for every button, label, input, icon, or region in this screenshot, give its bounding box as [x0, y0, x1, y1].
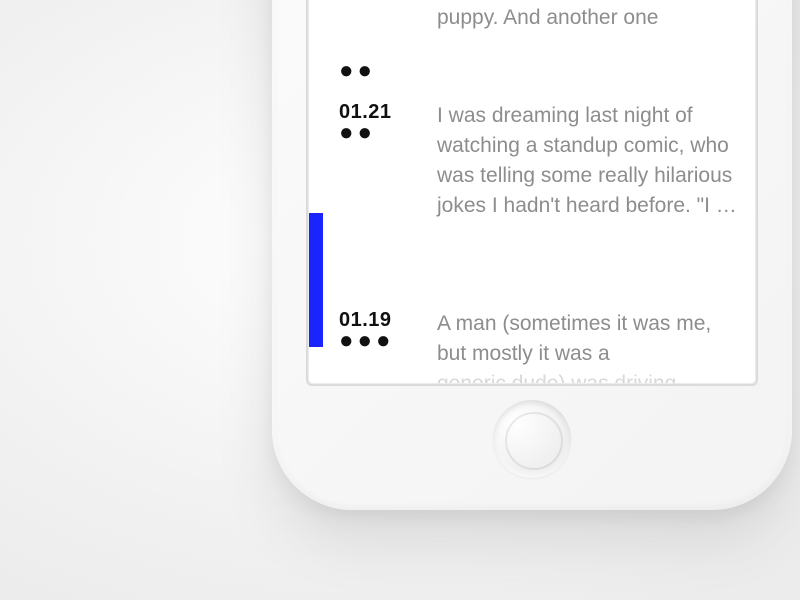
selection-indicator	[309, 213, 323, 347]
tag-dots: ●●	[339, 65, 376, 77]
screen-bezel: ●● puppy. And another one 01.21 ●● I was…	[306, 0, 758, 386]
home-button[interactable]	[493, 400, 571, 478]
app-screen[interactable]: ●● puppy. And another one 01.21 ●● I was…	[309, 0, 755, 383]
entry-body: puppy. And another one	[437, 3, 739, 33]
entry-body-line: A man (sometimes it was me, but mostly i…	[437, 312, 711, 365]
entry-body: A man (sometimes it was me, but mostly i…	[437, 309, 739, 383]
entry-body: I was dreaming last night of watching a …	[437, 101, 739, 221]
tag-dots: ●●●	[339, 335, 395, 347]
tag-dots: ●●	[339, 127, 376, 139]
journal-feed[interactable]: ●● puppy. And another one 01.21 ●● I was…	[309, 0, 755, 383]
phone-mockup: ●● puppy. And another one 01.21 ●● I was…	[272, 0, 792, 510]
entry-body-cutoff: generic dude) was driving	[437, 372, 676, 383]
